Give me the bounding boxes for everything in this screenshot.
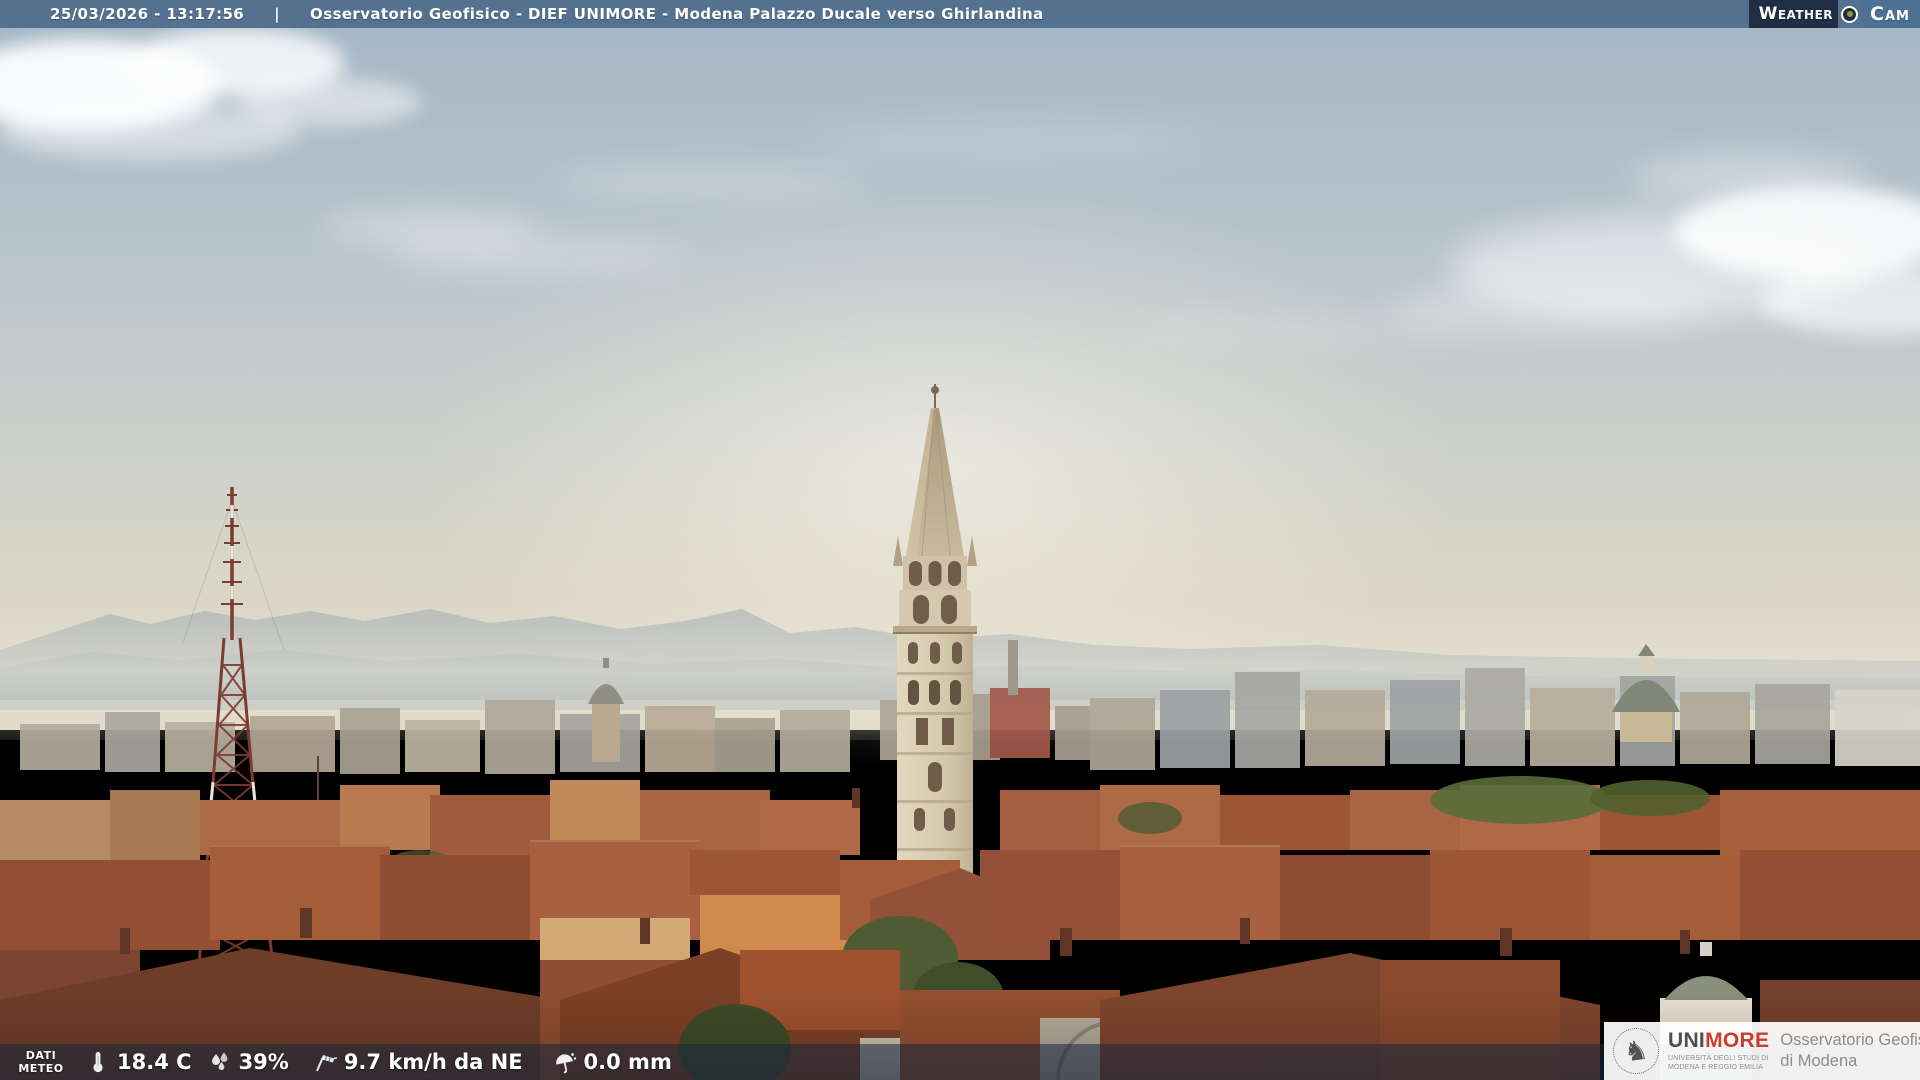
wind-reading: 9.7 km/h da NE: [313, 1050, 523, 1074]
unimore-plate: ♞ UNIMORE UNIVERSITÀ DEGLI STUDI DI MODE…: [1604, 1022, 1920, 1080]
observatory-name: Osservatorio Geofisico di Modena: [1780, 1030, 1920, 1070]
humidity-value: 39%: [238, 1050, 289, 1074]
top-info-bar: 25/03/2026 - 13:17:56 | Osservatorio Geo…: [0, 0, 1920, 28]
unimore-crest-icon: ♞: [1613, 1028, 1659, 1074]
unimore-more-text: MORE: [1705, 1028, 1770, 1052]
weathercam-cam-label: Cam: [1862, 0, 1920, 28]
rain-reading: 0.0 mm: [553, 1050, 672, 1074]
humidity-icon: [211, 1052, 227, 1071]
unimore-uni-text: UNI: [1668, 1028, 1706, 1052]
unimore-wordmark: UNIMORE UNIVERSITÀ DEGLI STUDI DI MODENA…: [1668, 1030, 1769, 1072]
temperature-reading: 18.4 C: [86, 1050, 192, 1074]
rain-icon: [555, 1053, 576, 1074]
weathercam-lens-icon: [1841, 5, 1859, 23]
thermometer-icon: [93, 1052, 103, 1073]
unimore-subtitle: UNIVERSITÀ DEGLI STUDI DI MODENA E REGGI…: [1668, 1054, 1769, 1071]
rain-value: 0.0 mm: [583, 1050, 672, 1074]
weathercam-logo: Weather Cam: [1748, 0, 1920, 28]
wind-value: 9.7 km/h da NE: [343, 1050, 523, 1074]
city-panorama: [0, 0, 1920, 1080]
webcam-view: 25/03/2026 - 13:17:56 | Osservatorio Geo…: [0, 0, 1920, 1080]
temperature-value: 18.4 C: [117, 1050, 192, 1074]
webcam-title: Osservatorio Geofisico - DIEF UNIMORE - …: [310, 5, 1044, 23]
humidity-reading: 39%: [208, 1050, 289, 1074]
wind-icon: [315, 1055, 337, 1072]
weathercam-weather-label: Weather: [1748, 0, 1839, 28]
dati-meteo-label: DATI METEO: [18, 1048, 64, 1075]
separator: |: [274, 5, 281, 23]
datetime-text: 25/03/2026 - 13:17:56: [50, 5, 245, 23]
